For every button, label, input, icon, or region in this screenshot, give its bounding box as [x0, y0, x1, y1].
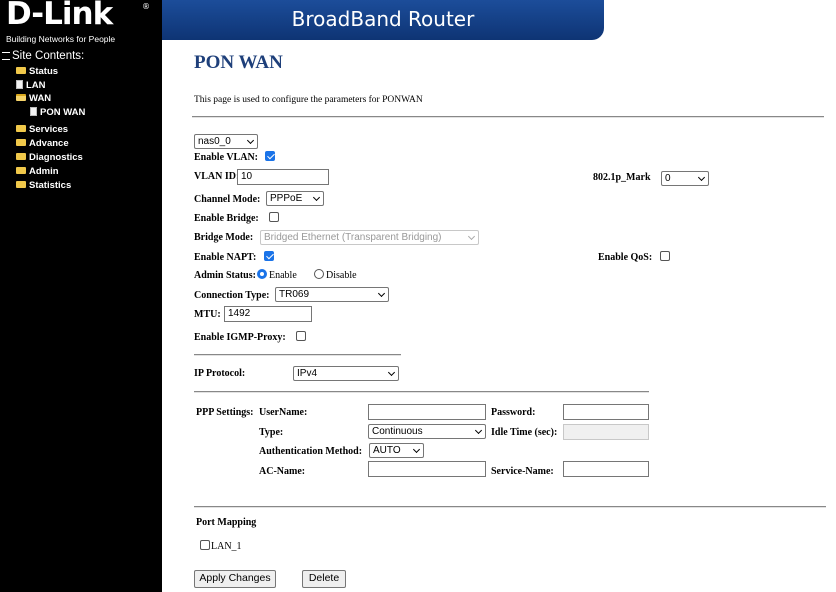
vlan-id-label: VLAN ID:: [194, 171, 240, 182]
username-label: UserName:: [259, 407, 308, 418]
sidebar-item-label: Admin: [29, 166, 59, 177]
sidebar-item-diagnostics[interactable]: Diagnostics: [16, 152, 83, 163]
enable-bridge-label: Enable Bridge:: [194, 213, 259, 224]
divider: [194, 506, 826, 508]
page-icon: [16, 79, 23, 89]
username-input[interactable]: [368, 404, 486, 420]
mtu-label: MTU:: [194, 309, 221, 320]
vlan-id-input[interactable]: 10: [237, 169, 329, 185]
sidebar-item-pon-wan[interactable]: PON WAN: [30, 106, 86, 118]
channel-mode-label: Channel Mode:: [194, 194, 261, 205]
sidebar-item-label: Advance: [29, 138, 69, 149]
sidebar-item-statistics[interactable]: Statistics: [16, 180, 71, 191]
sidebar-item-advance[interactable]: Advance: [16, 138, 69, 149]
enable-bridge-checkbox[interactable]: [269, 212, 279, 222]
page-title: PON WAN: [194, 52, 283, 73]
folder-icon: [16, 152, 26, 160]
mark-label: 802.1p_Mark: [593, 172, 651, 183]
sidebar-item-services[interactable]: Services: [16, 124, 68, 135]
idle-time-input[interactable]: [563, 424, 649, 440]
connection-type-label: Connection Type:: [194, 290, 270, 301]
sidebar-item-label: Diagnostics: [29, 152, 83, 163]
dlink-logo: D-Link ® Building Networks for People: [0, 0, 162, 46]
ppp-settings-label: PPP Settings:: [196, 407, 254, 418]
page-description: This page is used to configure the param…: [194, 95, 423, 105]
sidebar-item-label: LAN: [26, 80, 46, 91]
bridge-mode-select[interactable]: Bridged Ethernet (Transparent Bridging): [260, 230, 479, 245]
open-folder-icon: [16, 93, 26, 101]
sidebar-item-status[interactable]: Status: [16, 66, 58, 77]
apply-changes-button[interactable]: Apply Changes: [194, 570, 276, 588]
folder-icon: [16, 124, 26, 132]
admin-enable-radio[interactable]: [257, 269, 267, 279]
bridge-mode-label: Bridge Mode:: [194, 232, 254, 243]
sidebar-item-label: Statistics: [29, 180, 72, 191]
tree-title-label: Site Contents:: [12, 50, 85, 62]
sidebar-item-label: Status: [29, 66, 59, 77]
lan-1-label: LAN_1: [211, 541, 242, 552]
auth-method-select[interactable]: AUTO: [369, 443, 424, 458]
sidebar-item-lan[interactable]: LAN: [16, 79, 46, 91]
sidebar-item-wan[interactable]: WAN: [16, 93, 51, 104]
logo-registered-mark: ®: [142, 2, 150, 11]
header-title: BroadBand Router: [291, 7, 475, 31]
channel-mode-select[interactable]: PPPoE: [266, 191, 324, 206]
password-label: Password:: [491, 407, 536, 418]
sidebar-item-admin[interactable]: Admin: [16, 166, 59, 177]
sidebar-item-label: PON WAN: [40, 107, 86, 118]
main-content: PON WAN This page is used to configure t…: [162, 40, 836, 592]
lan-1-checkbox[interactable]: [200, 540, 210, 550]
folder-icon: [16, 166, 26, 174]
divider: [192, 116, 824, 118]
delete-button[interactable]: Delete: [302, 570, 346, 588]
page-icon: [30, 106, 37, 116]
admin-status-label: Admin Status:: [194, 270, 256, 281]
sidebar-item-label: WAN: [29, 93, 52, 104]
admin-disable-label: Disable: [326, 270, 357, 281]
enable-qos-label: Enable QoS:: [598, 252, 653, 263]
igmp-proxy-label: Enable IGMP-Proxy:: [194, 332, 286, 343]
admin-enable-label: Enable: [269, 270, 297, 281]
ac-name-input[interactable]: [368, 461, 486, 477]
ip-protocol-label: IP Protocol:: [194, 368, 246, 379]
tree-title: Site Contents:: [2, 50, 84, 62]
folder-icon: [16, 138, 26, 146]
enable-napt-checkbox[interactable]: [264, 251, 274, 261]
admin-disable-radio[interactable]: [314, 269, 324, 279]
mtu-input[interactable]: 1492: [224, 306, 312, 322]
service-name-input[interactable]: [563, 461, 649, 477]
sidebar: D-Link ® Building Networks for People Si…: [0, 0, 162, 592]
divider: [194, 391, 649, 393]
igmp-proxy-checkbox[interactable]: [296, 331, 306, 341]
tree-root-icon: [2, 51, 10, 60]
password-input[interactable]: [563, 404, 649, 420]
sidebar-item-label: Services: [29, 124, 69, 135]
logo-tagline: Building Networks for People: [6, 34, 116, 44]
enable-vlan-label: Enable VLAN:: [194, 152, 258, 163]
interface-select[interactable]: nas0_0: [194, 134, 258, 149]
folder-icon: [16, 66, 26, 74]
ip-protocol-select[interactable]: IPv4: [293, 366, 399, 381]
header-banner: BroadBand Router: [162, 0, 604, 40]
mark-select[interactable]: 0: [661, 171, 709, 186]
enable-napt-label: Enable NAPT:: [194, 252, 257, 263]
idle-time-label: Idle Time (sec):: [491, 427, 558, 438]
enable-vlan-checkbox[interactable]: [265, 151, 275, 161]
port-mapping-title: Port Mapping: [196, 517, 257, 528]
logo-text: D-Link: [6, 0, 113, 32]
service-name-label: Service-Name:: [491, 466, 554, 477]
connection-type-select[interactable]: TR069: [275, 287, 389, 302]
folder-icon: [16, 180, 26, 188]
type-label: Type:: [259, 427, 284, 438]
enable-qos-checkbox[interactable]: [660, 251, 670, 261]
type-select[interactable]: Continuous: [368, 424, 486, 439]
divider: [194, 354, 401, 356]
ac-name-label: AC-Name:: [259, 466, 306, 477]
auth-method-label: Authentication Method:: [259, 446, 363, 457]
